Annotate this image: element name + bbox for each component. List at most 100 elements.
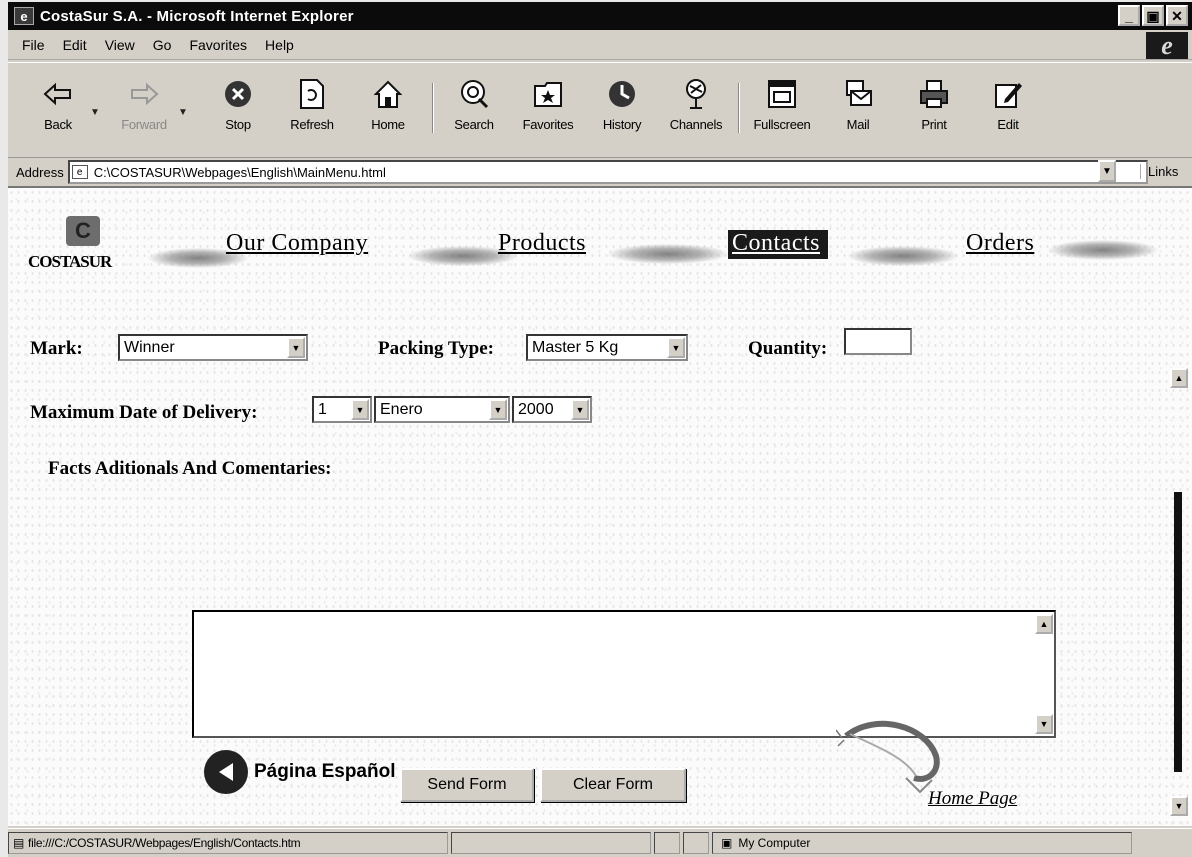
print-button[interactable]: Print <box>898 77 970 147</box>
nav-products[interactable]: Products <box>498 230 586 257</box>
fullscreen-button[interactable]: Fullscreen <box>746 77 818 147</box>
scroll-up-icon[interactable]: ▲ <box>1170 368 1188 388</box>
menu-favorites[interactable]: Favorites <box>189 37 247 53</box>
packing-type-label: Packing Type: <box>378 338 494 359</box>
nav-our-company[interactable]: Our Company <box>226 230 368 257</box>
favorites-button[interactable]: Favorites <box>512 77 584 147</box>
shrimp-icon <box>836 720 940 794</box>
logo-text: COSTASUR <box>28 252 112 271</box>
title-bar[interactable]: e CostaSur S.A. - Microsoft Internet Exp… <box>8 2 1192 30</box>
minimize-button[interactable]: _ <box>1118 5 1140 26</box>
computer-icon: ▣ <box>721 836 733 850</box>
chevron-down-icon: ▼ <box>667 337 685 358</box>
packing-type-select[interactable]: Master 5 Kg ▼ <box>526 334 688 361</box>
print-icon <box>917 77 951 111</box>
standard-toolbar: Back ▼ Forward ▼ Stop Refresh Home Searc… <box>8 62 1192 158</box>
back-icon <box>41 77 75 111</box>
favorites-label: Favorites <box>522 117 574 132</box>
favorites-icon <box>531 77 565 111</box>
textarea-scrollbar[interactable]: ▲ ▼ <box>1034 612 1054 736</box>
nav-orders[interactable]: Orders <box>966 230 1034 257</box>
home-page-link[interactable]: Home Page <box>928 788 1017 810</box>
scroll-down-icon[interactable]: ▼ <box>1035 714 1053 734</box>
quantity-input[interactable] <box>844 328 912 355</box>
delivery-month-select[interactable]: Enero ▼ <box>374 396 510 423</box>
quantity-label: Quantity: <box>748 338 828 359</box>
search-button[interactable]: Search <box>438 77 510 147</box>
delivery-day-select[interactable]: 1 ▼ <box>312 396 372 423</box>
forward-label: Forward <box>121 117 167 132</box>
fullscreen-icon <box>765 77 799 111</box>
refresh-label: Refresh <box>290 117 334 132</box>
mail-button[interactable]: Mail <box>822 77 894 147</box>
menu-view[interactable]: View <box>105 37 135 53</box>
fullscreen-label: Fullscreen <box>753 117 811 132</box>
address-input[interactable]: e C:\COSTASUR\Webpages\English\MainMenu.… <box>67 160 1148 184</box>
spanish-page-link[interactable]: Página Español <box>204 750 395 794</box>
costasur-logo[interactable]: C COSTASUR <box>28 216 138 276</box>
delivery-month-value: Enero <box>380 400 423 418</box>
status-url-text: file:///C:/COSTASUR/Webpages/English/Con… <box>28 836 301 850</box>
scroll-up-icon[interactable]: ▲ <box>1035 614 1053 634</box>
delivery-year-select[interactable]: 2000 ▼ <box>512 396 592 423</box>
address-value: C:\COSTASUR\Webpages\English\MainMenu.ht… <box>93 164 386 180</box>
security-zone-label: My Computer <box>738 836 811 850</box>
edit-button[interactable]: Edit <box>972 77 1044 147</box>
mark-value: Winner <box>124 338 175 356</box>
delivery-year-value: 2000 <box>518 400 554 418</box>
history-label: History <box>602 117 642 132</box>
nav-frame: C COSTASUR Our Company Products Contacts… <box>8 188 1192 292</box>
address-bar: Address e C:\COSTASUR\Webpages\English\M… <box>8 158 1192 186</box>
maximize-button[interactable]: ▣ <box>1142 5 1164 26</box>
edit-label: Edit <box>997 117 1019 132</box>
stop-icon <box>221 77 255 111</box>
security-zone: ▣ My Computer <box>712 832 1132 854</box>
status-page-icon: ▤ <box>13 836 25 850</box>
chevron-down-icon: ▼ <box>351 399 369 420</box>
back-button[interactable]: Back <box>22 77 94 147</box>
mark-select[interactable]: Winner ▼ <box>118 334 308 361</box>
send-form-button[interactable]: Send Form <box>400 768 534 802</box>
history-button[interactable]: History <box>586 77 658 147</box>
print-label: Print <box>921 117 947 132</box>
address-label: Address <box>16 164 64 180</box>
back-dropdown-icon[interactable]: ▼ <box>90 107 100 118</box>
delivery-day-value: 1 <box>318 400 327 418</box>
mark-label: Mark: <box>30 338 83 359</box>
clear-form-button[interactable]: Clear Form <box>540 768 686 802</box>
home-button[interactable]: Home <box>352 77 424 147</box>
forward-icon <box>127 77 161 111</box>
channels-button[interactable]: Channels <box>660 77 732 147</box>
address-dropdown-icon[interactable]: ▼ <box>1098 160 1116 182</box>
menu-help[interactable]: Help <box>265 37 294 53</box>
ie-logo-icon: e <box>1146 31 1188 60</box>
delivery-date-label: Maximum Date of Delivery: <box>30 402 258 423</box>
status-bar: ▤ file:///C:/COSTASUR/Webpages/English/C… <box>8 828 1192 857</box>
menu-file[interactable]: File <box>22 37 45 53</box>
home-label: Home <box>371 117 405 132</box>
page-scrollbar[interactable]: ▲ ▼ <box>1168 292 1190 826</box>
packing-type-value: Master 5 Kg <box>532 338 619 356</box>
comments-label: Facts Aditionals And Comentaries: <box>48 458 332 479</box>
mail-icon <box>841 77 875 111</box>
nav-contacts[interactable]: Contacts <box>728 230 828 259</box>
stop-button[interactable]: Stop <box>202 77 274 147</box>
scrollbar-thumb[interactable] <box>1174 492 1182 772</box>
chevron-down-icon: ▼ <box>571 399 589 420</box>
close-button[interactable]: ✕ <box>1166 5 1188 26</box>
channels-label: Channels <box>669 117 723 132</box>
menu-go[interactable]: Go <box>153 37 172 53</box>
chevron-down-icon: ▼ <box>287 337 305 358</box>
chevron-down-icon: ▼ <box>489 399 507 420</box>
links-button[interactable]: Links <box>1140 164 1178 179</box>
channels-icon <box>679 77 713 111</box>
browser-window: e CostaSur S.A. - Microsoft Internet Exp… <box>8 2 1192 857</box>
history-icon <box>605 77 639 111</box>
home-icon <box>371 77 405 111</box>
scroll-down-icon[interactable]: ▼ <box>1170 796 1188 816</box>
forward-button[interactable]: Forward <box>108 77 180 147</box>
menu-bar: File Edit View Go Favorites Help <box>8 30 1192 60</box>
menu-edit[interactable]: Edit <box>63 37 87 53</box>
refresh-button[interactable]: Refresh <box>276 77 348 147</box>
forward-dropdown-icon[interactable]: ▼ <box>178 107 188 118</box>
